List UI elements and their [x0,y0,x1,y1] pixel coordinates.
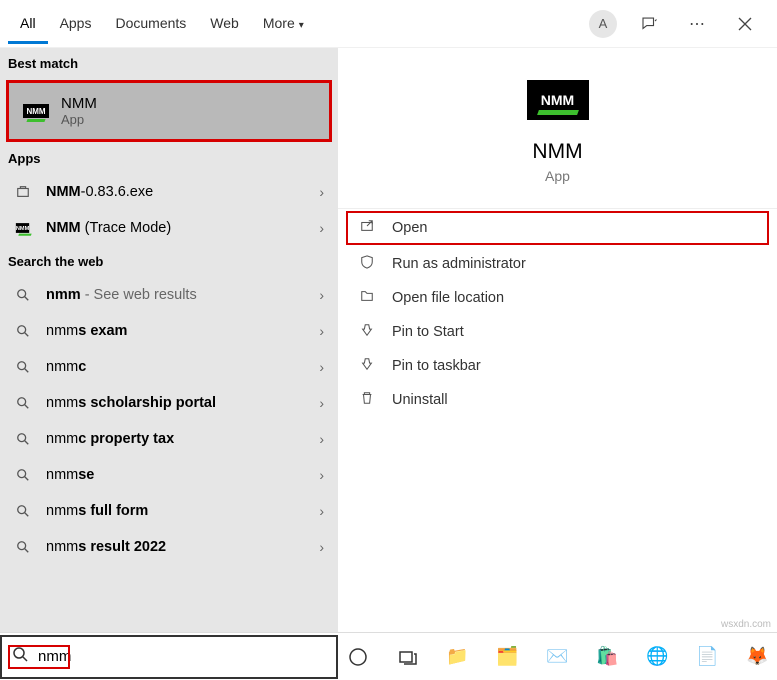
result-text: nmms full form [46,503,305,519]
chevron-right-icon: › [319,431,324,447]
chevron-right-icon: › [319,359,324,375]
result-icon [14,324,32,338]
best-match-title: NMM [61,95,97,112]
result-text: nmmc [46,359,305,375]
result-item[interactable]: nmms exam › [0,313,338,349]
result-text: NMM (Trace Mode) [46,220,305,236]
tab-all[interactable]: All [8,3,48,44]
chevron-down-icon: ▾ [299,20,304,31]
chevron-right-icon: › [319,467,324,483]
store-icon[interactable]: 🛍️ [595,644,621,670]
detail-title: NMM [532,140,582,164]
result-icon [14,504,32,518]
notepad-icon[interactable]: 📄 [695,644,721,670]
result-item[interactable]: nmmse › [0,457,338,493]
result-icon [14,540,32,554]
results-panel: Best match NMM NMM App Apps NMM-0.83.6.e… [0,48,338,632]
tab-web[interactable]: Web [198,3,251,44]
folder-icon [360,289,376,307]
chevron-right-icon: › [319,539,324,555]
chevron-right-icon: › [319,503,324,519]
action-open-location[interactable]: Open file location [338,281,777,315]
nmm-app-icon: NMM [23,104,49,118]
result-item[interactable]: nmm - See web results › [0,277,338,313]
search-input[interactable] [38,648,326,665]
cortana-icon[interactable] [345,644,371,670]
search-topbar: All Apps Documents Web More▾ A ⋯ [0,0,777,48]
tab-more[interactable]: More▾ [251,3,316,44]
chevron-right-icon: › [319,287,324,303]
close-icon[interactable] [729,8,761,40]
chevron-right-icon: › [319,395,324,411]
action-open[interactable]: Open [346,211,769,245]
result-item[interactable]: nmmc property tax › [0,421,338,457]
result-icon [14,468,32,482]
filter-tabs: All Apps Documents Web More▾ [8,3,316,44]
result-item[interactable]: nmms result 2022 › [0,529,338,565]
app-icon[interactable]: 🗂️ [495,644,521,670]
chevron-right-icon: › [319,323,324,339]
result-icon [14,185,32,199]
bottom-row: 📁 🗂️ ✉️ 🛍️ 🌐 📄 🦊 [0,632,777,680]
result-text: nmmse [46,467,305,483]
detail-sub: App [545,168,570,184]
result-item[interactable]: NMM NMM (Trace Mode) › [0,210,338,246]
detail-panel: NMM NMM App Open Run as administrator Op… [338,48,777,632]
mail-icon[interactable]: ✉️ [545,644,571,670]
best-match-result[interactable]: NMM NMM App [6,80,332,142]
taskview-icon[interactable] [395,644,421,670]
result-item[interactable]: nmms full form › [0,493,338,529]
action-uninstall[interactable]: Uninstall [338,383,777,417]
search-box[interactable] [0,635,338,679]
result-icon: NMM [14,221,32,235]
result-item[interactable]: nmms scholarship portal › [0,385,338,421]
chevron-right-icon: › [319,184,324,200]
explorer-icon[interactable]: 📁 [445,644,471,670]
result-text: nmms scholarship portal [46,395,305,411]
shield-icon [360,255,376,273]
result-text: NMM-0.83.6.exe [46,184,305,200]
search-icon [12,646,28,667]
action-pin-taskbar[interactable]: Pin to taskbar [338,349,777,383]
best-match-sub: App [61,112,97,127]
edge-icon[interactable]: 🌐 [645,644,671,670]
open-icon [360,219,376,237]
user-avatar[interactable]: A [589,10,617,38]
tab-documents[interactable]: Documents [103,3,198,44]
result-text: nmm - See web results [46,287,305,303]
section-web: Search the web [0,246,338,277]
more-options-icon[interactable]: ⋯ [681,8,713,40]
chevron-right-icon: › [319,220,324,236]
action-list: Open Run as administrator Open file loca… [338,208,777,417]
pin-icon [360,357,376,375]
detail-app-logo: NMM [527,80,589,120]
firefox-icon[interactable]: 🦊 [745,644,771,670]
feedback-icon[interactable] [633,8,665,40]
result-item[interactable]: NMM-0.83.6.exe › [0,174,338,210]
result-text: nmms exam [46,323,305,339]
result-text: nmms result 2022 [46,539,305,555]
tab-apps[interactable]: Apps [48,3,104,44]
trash-icon [360,391,376,409]
result-icon [14,288,32,302]
result-icon [14,432,32,446]
action-run-admin[interactable]: Run as administrator [338,247,777,281]
search-body: Best match NMM NMM App Apps NMM-0.83.6.e… [0,48,777,632]
taskbar: 📁 🗂️ ✉️ 🛍️ 🌐 📄 🦊 [338,644,777,670]
section-best-match: Best match [0,48,338,79]
result-icon [14,396,32,410]
pin-icon [360,323,376,341]
section-apps: Apps [0,143,338,174]
watermark: wsxdn.com [721,619,771,630]
result-icon [14,360,32,374]
result-text: nmmc property tax [46,431,305,447]
result-item[interactable]: nmmc › [0,349,338,385]
action-pin-start[interactable]: Pin to Start [338,315,777,349]
